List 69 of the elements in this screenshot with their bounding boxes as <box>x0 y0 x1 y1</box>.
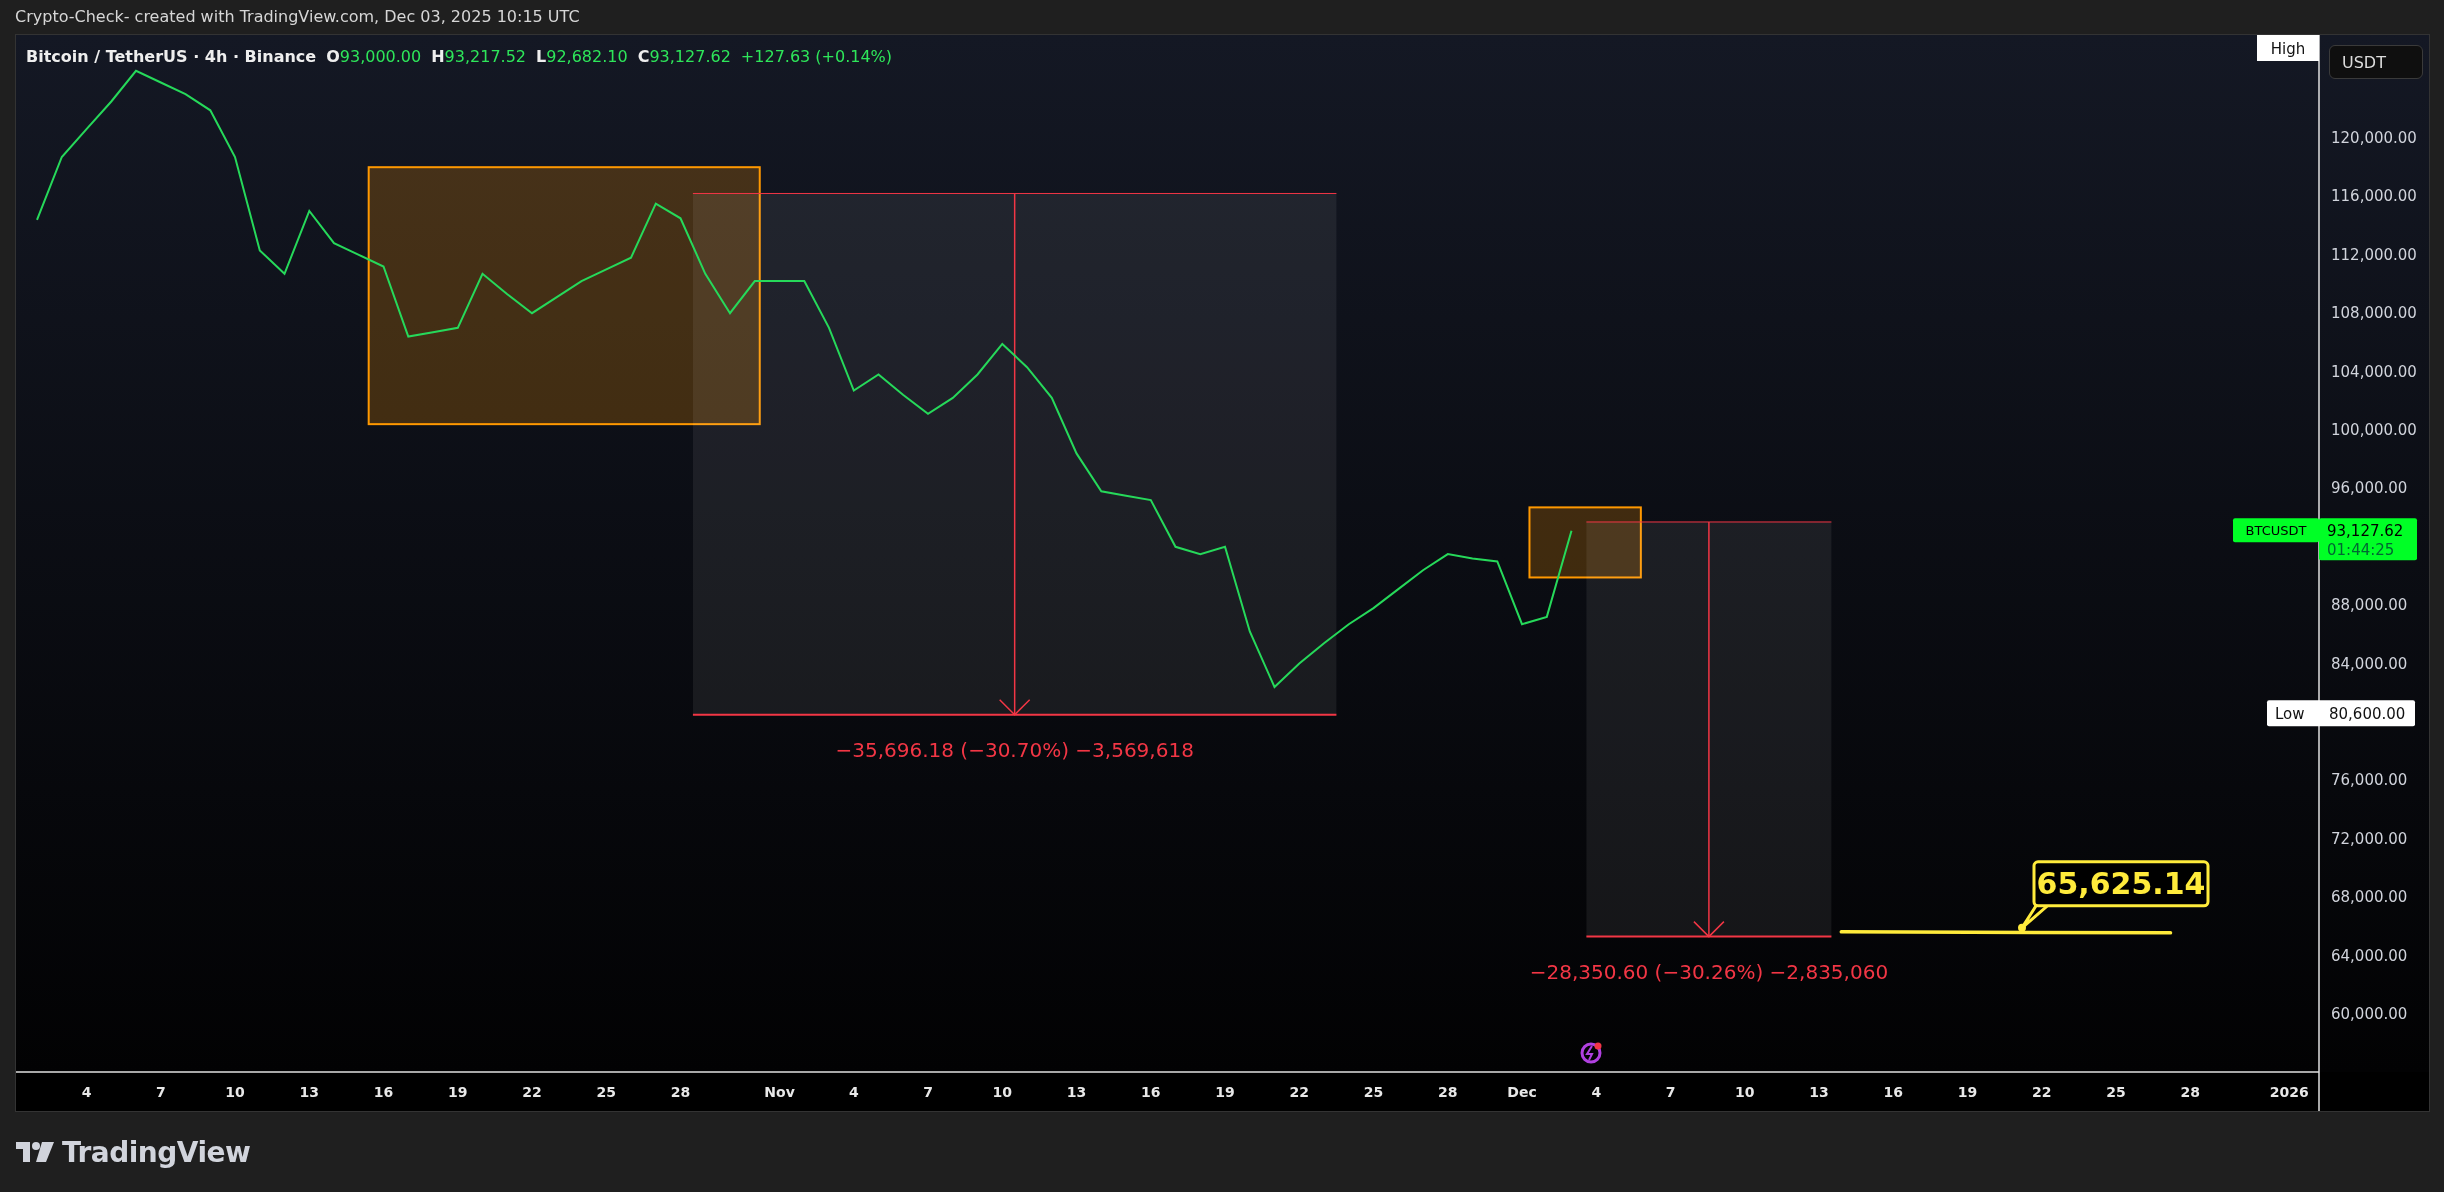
date-tick: 22 <box>522 1084 542 1100</box>
ohlc-value: H93,217.52 <box>431 47 527 66</box>
price-tick: 108,000.00 <box>2331 304 2417 323</box>
date-tick: 13 <box>299 1084 320 1100</box>
date-tick: 4 <box>81 1084 92 1100</box>
price-change: +127.63 (+0.14%) <box>740 47 893 66</box>
target-line[interactable] <box>1839 930 2173 935</box>
date-tick: 22 <box>1289 1084 1310 1100</box>
highlight-rectangle[interactable] <box>367 166 761 426</box>
date-tick: 13 <box>1066 1084 1087 1100</box>
date-tick: 13 <box>1809 1084 1829 1100</box>
date-tick: 4 <box>1591 1084 1602 1100</box>
date-tick: 7 <box>1665 1084 1676 1100</box>
symbol-label: BTCUSDT <box>2245 523 2307 539</box>
date-tick: 19 <box>448 1084 468 1100</box>
symbol-title: Bitcoin / TetherUS · 4h · Binance <box>26 47 317 66</box>
ohlc-value: O93,000.00 <box>326 47 422 66</box>
chart-credit: Crypto-Check- created with TradingView.com, Dec 03, 2025 10:15 UTC <box>14 6 581 28</box>
brand-logo: TradingView <box>62 1135 251 1169</box>
price-tick: 64,000.00 <box>2331 946 2408 965</box>
date-tick: 19 <box>1957 1084 1978 1100</box>
date-tick: 7 <box>923 1084 933 1100</box>
lightning-icon[interactable] <box>1580 1042 1602 1064</box>
date-tick: 10 <box>1735 1084 1755 1100</box>
logo-icon <box>16 1142 54 1162</box>
date-tick: 7 <box>155 1084 166 1100</box>
currency-button[interactable]: USDT <box>2329 45 2423 79</box>
price-tick: 88,000.00 <box>2331 596 2408 615</box>
price-tick: 76,000.00 <box>2331 771 2408 790</box>
low-marker: Low <box>2275 705 2305 724</box>
date-tick: 16 <box>373 1084 394 1100</box>
date-tick: 19 <box>1215 1084 1235 1100</box>
date-tick: 10 <box>225 1084 245 1100</box>
ohlc-value: C93,127.62 <box>637 47 731 66</box>
callout-price: 65,625.14 <box>2036 865 2206 901</box>
price-tick: 60,000.00 <box>2331 1005 2408 1023</box>
price-tick: 84,000.00 <box>2331 654 2408 673</box>
date-tick: 16 <box>1141 1084 1161 1100</box>
date-tick: 25 <box>596 1084 617 1100</box>
date-tick: 2026 <box>2269 1084 2309 1100</box>
date-tick: 28 <box>670 1084 691 1100</box>
date-tick: 28 <box>1438 1084 1458 1100</box>
price-tick: 68,000.00 <box>2331 888 2408 907</box>
last-price: 93,127.62 <box>2327 522 2404 541</box>
date-tick: 16 <box>1883 1084 1904 1100</box>
date-tick: 22 <box>2032 1084 2052 1100</box>
price-tick: 72,000.00 <box>2331 829 2408 848</box>
low-price: 80,600.00 <box>2329 705 2406 724</box>
price-tick: 96,000.00 <box>2331 479 2408 498</box>
date-tick: 10 <box>992 1084 1013 1100</box>
highlight-rectangle[interactable] <box>1528 506 1642 579</box>
price-tick: 100,000.00 <box>2331 421 2417 439</box>
date-tick: Dec <box>1507 1084 1537 1100</box>
date-tick: 25 <box>2106 1084 2126 1100</box>
ohlc-value: L92,682.10 <box>536 47 628 66</box>
high-marker: High <box>2270 40 2306 58</box>
date-tick: 4 <box>848 1084 859 1100</box>
date-tick: 25 <box>1363 1084 1384 1100</box>
price-tick: 104,000.00 <box>2331 362 2417 381</box>
price-change-label: −35,696.18 (−30.70%) −3,569,618 <box>835 737 1194 762</box>
marker-background <box>2257 35 2319 61</box>
price-tick: 120,000.00 <box>2331 129 2417 147</box>
bar-countdown: 01:44:25 <box>2327 541 2395 560</box>
date-tick: 28 <box>2180 1084 2201 1100</box>
price-tick: 112,000.00 <box>2331 245 2417 264</box>
price-tick: 116,000.00 <box>2331 187 2417 206</box>
callout-box[interactable] <box>2018 860 2210 932</box>
date-tick: Nov <box>764 1084 795 1100</box>
price-change-label: −28,350.60 (−30.26%) −2,835,060 <box>1529 959 1889 984</box>
